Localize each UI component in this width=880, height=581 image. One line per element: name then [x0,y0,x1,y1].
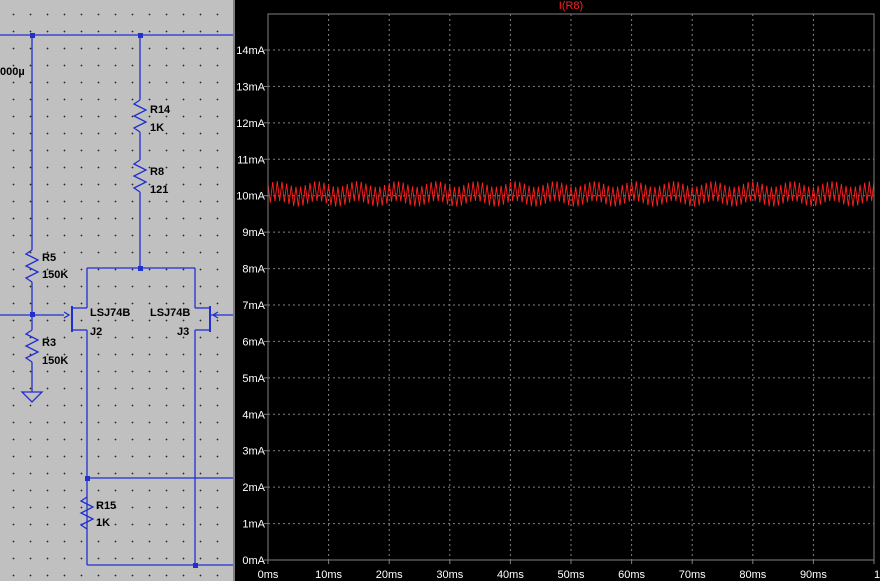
r14-value[interactable]: 1K [150,122,164,134]
x-tick-label: 0ms [258,569,279,581]
y-tick-label: 11mA [237,154,266,166]
ground-symbol [20,391,44,403]
x-tick-label: 50ms [558,569,585,581]
y-tick-label: 2mA [242,482,265,494]
waveform-plot[interactable]: 0mA 1mA 2mA 3mA 4mA 5mA 6mA 7mA 8mA 9mA 10mA 11mA 12… [235,0,880,581]
resistor-r5 [24,249,40,283]
y-tick-label: 12mA [236,118,265,130]
x-tick-label: 10ms [315,569,342,581]
resistor-r8 [132,159,148,193]
x-tick-label: 30ms [436,569,463,581]
j2-ref[interactable]: J2 [90,326,102,338]
schematic-wires [0,33,233,568]
junction-dot [85,476,90,481]
r15-value[interactable]: 1K [96,517,110,529]
y-tick-label: 10mA [236,191,265,203]
y-tick-label: 9mA [242,227,265,239]
waveform-viewer[interactable]: 0mA 1mA 2mA 3mA 4mA 5mA 6mA 7mA 8mA 9mA 10mA 11mA 12… [235,0,880,581]
x-tick-label: 100ms [874,569,880,581]
y-tick-label: 6mA [242,336,265,348]
j3-ref[interactable]: J3 [177,326,189,338]
x-tick-label: 20ms [376,569,403,581]
y-tick-label: 8mA [242,264,265,276]
y-tick-label: 4mA [242,409,265,421]
junction-dot [30,33,35,38]
y-tick-label: 1mA [242,519,265,531]
y-tick-label: 7mA [242,300,265,312]
junction-dot [138,266,143,271]
r3-value[interactable]: 150K [42,355,68,367]
junction-dot [30,312,35,317]
x-axis-ticks: 0ms 10ms 20ms 30ms 40ms 50ms 60ms 70ms 80ms 90ms 1… [258,560,880,581]
junction-dot [138,33,143,38]
y-tick-label: 14mA [236,45,265,57]
r3-ref[interactable]: R3 [42,337,56,349]
j2-model[interactable]: LSJ74B [90,307,130,319]
partial-capacitor-label: 000µ [0,66,25,78]
r5-ref[interactable]: R5 [42,252,56,264]
resistor-r3 [24,329,40,363]
plot-grid [268,14,874,560]
y-axis-ticks: 0mA 1mA 2mA 3mA 4mA 5mA 6mA 7mA 8mA 9mA 10mA 11mA 12… [236,45,268,567]
x-tick-label: 70ms [679,569,706,581]
y-tick-label: 5mA [242,373,265,385]
r8-value[interactable]: 121 [150,184,168,196]
fet-j2-arrow [63,311,71,319]
y-tick-label: 13mA [236,81,265,93]
y-tick-label: 0mA [242,555,265,567]
trace-title[interactable]: I(R8) [559,0,583,12]
resistor-r14 [132,99,148,133]
r8-ref[interactable]: R8 [150,166,164,178]
r15-ref[interactable]: R15 [96,500,116,512]
x-tick-label: 80ms [739,569,766,581]
x-tick-label: 40ms [497,569,524,581]
schematic-editor[interactable]: 000µ R14 1K R8 121 R5 150K R3 150K LSJ74… [0,0,233,581]
y-tick-label: 3mA [242,446,265,458]
r5-value[interactable]: 150K [42,269,68,281]
x-tick-label: 60ms [618,569,645,581]
j3-model[interactable]: LSJ74B [150,307,190,319]
x-tick-label: 90ms [800,569,827,581]
junction-dot [193,563,198,568]
r14-ref[interactable]: R14 [150,104,170,116]
